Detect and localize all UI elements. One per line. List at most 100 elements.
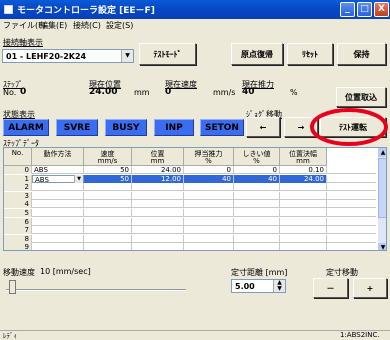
table-cell[interactable] bbox=[32, 209, 84, 217]
table-cell[interactable] bbox=[184, 191, 234, 200]
table-cell[interactable]: 40 bbox=[234, 174, 280, 183]
table-cell[interactable]: 6 bbox=[4, 217, 32, 226]
table-cell[interactable] bbox=[184, 209, 234, 217]
table-cell[interactable] bbox=[234, 243, 280, 250]
test-mode-button[interactable]: ﾃｽﾄﾓｰﾄﾞ bbox=[139, 43, 196, 65]
scroll-thumb[interactable] bbox=[378, 158, 386, 218]
table-cell[interactable] bbox=[132, 200, 184, 209]
table-row[interactable]: 9 bbox=[4, 243, 376, 250]
speed-slider[interactable] bbox=[6, 280, 186, 296]
table-cell[interactable] bbox=[32, 191, 84, 200]
table-cell[interactable] bbox=[32, 226, 84, 235]
scroll-up-icon[interactable]: ▲ bbox=[378, 148, 386, 157]
table-cell[interactable] bbox=[32, 234, 84, 243]
table-cell[interactable] bbox=[184, 200, 234, 209]
table-cell[interactable]: 1 bbox=[4, 174, 32, 183]
table-cell[interactable]: 50 bbox=[84, 174, 132, 183]
table-cell[interactable] bbox=[132, 234, 184, 243]
slider-thumb[interactable] bbox=[9, 280, 16, 294]
table-row[interactable]: 7 bbox=[4, 226, 376, 235]
table-cell[interactable] bbox=[84, 217, 132, 226]
table-cell[interactable]: 8 bbox=[4, 234, 32, 243]
chevron-down-icon[interactable]: ▼ bbox=[121, 50, 133, 62]
table-cell[interactable]: 50 bbox=[84, 166, 132, 174]
table-row[interactable]: 6 bbox=[4, 217, 376, 226]
table-row[interactable]: 5 bbox=[4, 209, 376, 217]
table-cell[interactable] bbox=[234, 200, 280, 209]
table-cell[interactable]: 12.00 bbox=[132, 174, 184, 183]
take-position-button[interactable]: 位置取込 bbox=[336, 87, 386, 107]
distance-input[interactable]: 5.00 ▲ ▼ bbox=[231, 279, 286, 293]
table-cell[interactable] bbox=[280, 191, 327, 200]
table-cell[interactable] bbox=[234, 209, 280, 217]
axis-select[interactable]: 01 - LEHF20-2K24 ▼ bbox=[2, 49, 134, 63]
close-button[interactable]: X bbox=[374, 2, 389, 17]
table-cell[interactable] bbox=[234, 234, 280, 243]
table-cell[interactable]: ABS bbox=[32, 166, 84, 174]
reset-button[interactable]: ﾘｾｯﾄ bbox=[287, 43, 333, 65]
table-cell[interactable] bbox=[32, 183, 84, 192]
step-data-table[interactable]: No. 動作方法 速度 mm/s 位置 mm 押当推力% しきい値% 位置決幅 mm 0 ABS 50… bbox=[3, 147, 387, 251]
table-cell[interactable]: 0 bbox=[184, 166, 234, 174]
table-cell[interactable]: 2 bbox=[4, 183, 32, 192]
table-cell[interactable] bbox=[280, 243, 327, 250]
table-cell[interactable] bbox=[84, 209, 132, 217]
table-cell[interactable] bbox=[280, 217, 327, 226]
table-cell[interactable] bbox=[184, 226, 234, 235]
table-cell[interactable] bbox=[84, 200, 132, 209]
table-cell[interactable] bbox=[234, 183, 280, 192]
table-cell[interactable]: 4 bbox=[4, 200, 32, 209]
table-row[interactable]: 2 bbox=[4, 183, 376, 192]
minimize-button[interactable]: _ bbox=[340, 2, 355, 17]
maximize-button[interactable]: □ bbox=[357, 2, 372, 17]
table-scrollbar[interactable]: ▲ ▼ bbox=[378, 148, 386, 250]
minus-button[interactable]: － bbox=[313, 278, 348, 298]
table-cell[interactable] bbox=[132, 209, 184, 217]
table-cell[interactable] bbox=[280, 183, 327, 192]
spin-icon[interactable]: ▲ ▼ bbox=[273, 280, 285, 292]
table-cell[interactable] bbox=[184, 234, 234, 243]
table-cell[interactable] bbox=[280, 226, 327, 235]
jog-left-button[interactable]: ← bbox=[246, 117, 280, 137]
return-origin-button[interactable]: 原点復帰 bbox=[231, 43, 283, 65]
table-cell[interactable] bbox=[184, 243, 234, 250]
menu-settings[interactable]: 設定(S) bbox=[106, 20, 133, 31]
plus-button[interactable]: + bbox=[353, 278, 387, 298]
table-cell[interactable] bbox=[132, 243, 184, 250]
table-row[interactable]: 8 bbox=[4, 234, 376, 243]
table-cell[interactable] bbox=[184, 183, 234, 192]
menu-connect[interactable]: 接続(C) bbox=[73, 20, 101, 31]
table-row[interactable]: 4 bbox=[4, 200, 376, 209]
table-cell[interactable]: 0.10 bbox=[280, 166, 327, 174]
table-cell[interactable] bbox=[84, 243, 132, 250]
table-cell[interactable]: 5 bbox=[4, 209, 32, 217]
save-button[interactable]: 保持 bbox=[337, 43, 386, 65]
title-bar[interactable]: モータコントローラ設定 [EE－F] _ □ X bbox=[0, 0, 390, 19]
table-cell[interactable] bbox=[32, 200, 84, 209]
table-cell[interactable] bbox=[280, 234, 327, 243]
table-row[interactable]: 3 bbox=[4, 191, 376, 200]
table-row[interactable]: 1 ABS ▼ 50 12.00 40 40 24.00 bbox=[4, 174, 376, 183]
table-row[interactable]: 0 ABS 50 24.00 0 0 0.10 bbox=[4, 166, 376, 174]
table-cell[interactable]: 40 bbox=[184, 174, 234, 183]
table-cell[interactable] bbox=[32, 243, 84, 250]
table-cell[interactable]: 7 bbox=[4, 226, 32, 235]
table-cell[interactable] bbox=[184, 217, 234, 226]
table-cell[interactable] bbox=[84, 234, 132, 243]
table-cell[interactable]: 3 bbox=[4, 191, 32, 200]
table-cell[interactable] bbox=[132, 226, 184, 235]
table-cell[interactable]: 24.00 bbox=[280, 174, 327, 183]
table-cell[interactable] bbox=[84, 191, 132, 200]
table-cell[interactable]: 9 bbox=[4, 243, 32, 250]
table-cell[interactable] bbox=[132, 191, 184, 200]
table-cell[interactable] bbox=[234, 226, 280, 235]
table-cell[interactable] bbox=[280, 209, 327, 217]
table-cell[interactable]: 24.00 bbox=[132, 166, 184, 174]
table-cell[interactable] bbox=[234, 217, 280, 226]
table-cell[interactable] bbox=[234, 191, 280, 200]
table-cell[interactable] bbox=[84, 226, 132, 235]
table-cell[interactable] bbox=[84, 183, 132, 192]
table-cell[interactable] bbox=[132, 217, 184, 226]
table-cell[interactable] bbox=[32, 217, 84, 226]
scroll-down-icon[interactable]: ▼ bbox=[378, 243, 386, 250]
